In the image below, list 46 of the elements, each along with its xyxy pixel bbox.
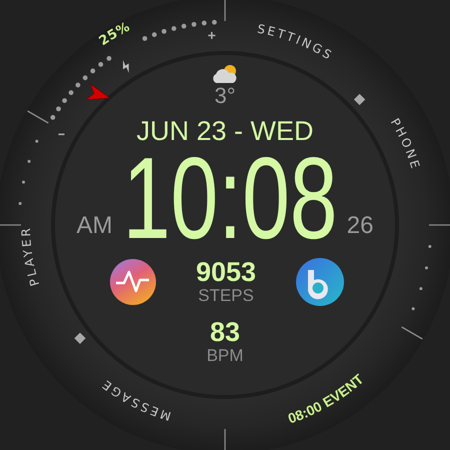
steps-label: STEPS (198, 286, 254, 306)
minute-dot (428, 245, 432, 248)
battery-dot (202, 20, 207, 26)
am-pm: AM (76, 214, 112, 238)
minute-dot (425, 266, 428, 270)
weather-icon (211, 64, 239, 84)
diamond-icon (74, 332, 86, 344)
pulse-icon[interactable] (110, 259, 156, 305)
battery-dot (82, 75, 88, 80)
battery-dot (62, 98, 67, 103)
minute-dot (35, 140, 38, 143)
battery-dot (90, 68, 96, 74)
battery-dot (76, 82, 80, 88)
battery-dot (192, 22, 196, 27)
tick-mark (0, 224, 21, 226)
minute-dot (419, 287, 422, 290)
tick-mark (27, 110, 49, 124)
temperature: 3° (214, 84, 236, 108)
minute-dot (18, 202, 22, 205)
battery-dot (142, 36, 148, 41)
battery-dot (68, 90, 74, 96)
battery-dot (152, 32, 157, 38)
battery-dot (106, 56, 112, 61)
seconds: 26 (346, 214, 374, 238)
b-logo-icon[interactable] (296, 258, 344, 306)
tick-mark (401, 326, 423, 340)
diamond-icon (354, 94, 366, 106)
battery-dot (98, 62, 104, 67)
steps-value: 9053 (196, 258, 256, 286)
tick-mark (224, 429, 226, 450)
pointer-icon (85, 83, 110, 100)
heart-rate-label: BPM (206, 346, 244, 366)
tick-mark (224, 0, 226, 21)
minute-dot (412, 307, 415, 310)
minute-dot (28, 160, 31, 163)
battery-dot (212, 20, 217, 25)
minus-icon (58, 134, 64, 136)
plus-icon (208, 32, 216, 39)
battery-dot (182, 24, 186, 29)
battery-dot (56, 106, 61, 112)
battery-dot (172, 26, 176, 31)
tick-mark (429, 224, 450, 226)
heart-rate-value: 83 (210, 318, 240, 346)
battery-dot (50, 115, 56, 120)
battery-dot (162, 28, 166, 34)
minute-dot (22, 180, 25, 184)
